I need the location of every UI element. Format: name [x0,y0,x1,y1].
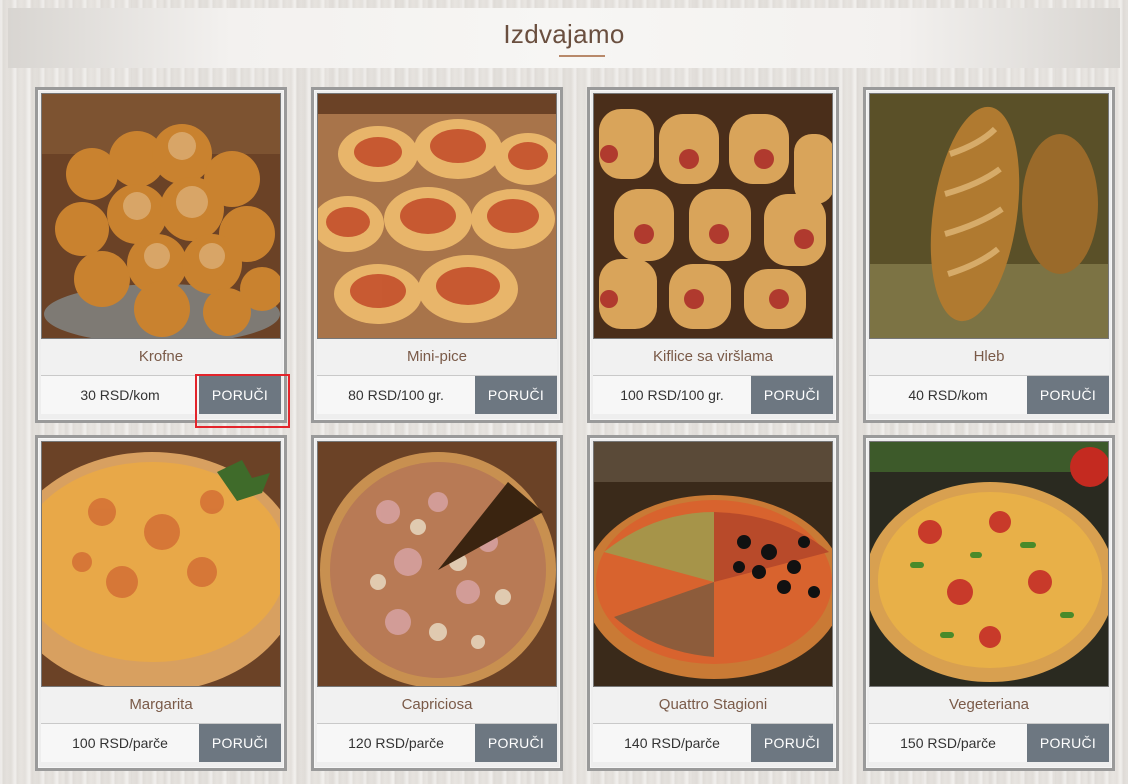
order-button-margarita[interactable]: PORUČI [199,724,281,762]
product-name: Margarita [41,687,281,724]
order-button-hleb[interactable]: PORUČI [1027,376,1109,414]
product-footer: 140 RSD/parče PORUČI [593,724,833,762]
product-price: 140 RSD/parče [624,735,720,751]
product-image-pizza-capriciosa[interactable] [317,441,557,687]
product-name: Kiflice sa viršlama [593,339,833,376]
product-name: Hleb [869,339,1109,376]
product-price: 100 RSD/100 gr. [620,387,724,403]
product-name: Vegeteriana [869,687,1109,724]
product-footer: 120 RSD/parče PORUČI [317,724,557,762]
product-card-margarita: Margarita 100 RSD/parče PORUČI [35,435,287,771]
product-card-hleb: Hleb 40 RSD/kom PORUČI [863,87,1115,423]
order-button-kiflice-sa-virslama[interactable]: PORUČI [751,376,833,414]
product-price: 150 RSD/parče [900,735,996,751]
product-image-pizza-vegeteriana[interactable] [869,441,1109,687]
product-footer: 100 RSD/parče PORUČI [41,724,281,762]
product-footer: 100 RSD/100 gr. PORUČI [593,376,833,414]
product-footer: 150 RSD/parče PORUČI [869,724,1109,762]
product-price: 120 RSD/parče [348,735,444,751]
product-name: Krofne [41,339,281,376]
order-button-capriciosa[interactable]: PORUČI [475,724,557,762]
product-price: 30 RSD/kom [80,387,160,403]
order-button-vegeteriana[interactable]: PORUČI [1027,724,1109,762]
product-image-sausage-rolls[interactable] [593,93,833,339]
product-image-pizza-margarita[interactable] [41,441,281,687]
title-underline [559,55,605,57]
section-header: Izdvajamo [8,8,1120,68]
product-card-quattro-stagioni: Quattro Stagioni 140 RSD/parče PORUČI [587,435,839,771]
section-title: Izdvajamo [503,19,625,49]
product-image-mini-pizzas[interactable] [317,93,557,339]
product-footer: 30 RSD/kom PORUČI [41,376,281,414]
product-name: Capriciosa [317,687,557,724]
product-card-kiflice-sa-virslama: Kiflice sa viršlama 100 RSD/100 gr. PORU… [587,87,839,423]
product-name: Mini-pice [317,339,557,376]
product-image-donuts[interactable] [41,93,281,339]
product-footer: 80 RSD/100 gr. PORUČI [317,376,557,414]
product-card-vegeteriana: Vegeteriana 150 RSD/parče PORUČI [863,435,1115,771]
product-card-mini-pice: Mini-pice 80 RSD/100 gr. PORUČI [311,87,563,423]
order-button-quattro-stagioni[interactable]: PORUČI [751,724,833,762]
product-card-krofne: Krofne 30 RSD/kom PORUČI [35,87,287,423]
product-price: 100 RSD/parče [72,735,168,751]
order-button-krofne[interactable]: PORUČI [199,376,281,414]
product-footer: 40 RSD/kom PORUČI [869,376,1109,414]
order-button-mini-pice[interactable]: PORUČI [475,376,557,414]
product-name: Quattro Stagioni [593,687,833,724]
product-price: 40 RSD/kom [908,387,988,403]
product-card-capriciosa: Capriciosa 120 RSD/parče PORUČI [311,435,563,771]
product-image-pizza-quattro-stagioni[interactable] [593,441,833,687]
product-image-bread[interactable] [869,93,1109,339]
product-price: 80 RSD/100 gr. [348,387,444,403]
